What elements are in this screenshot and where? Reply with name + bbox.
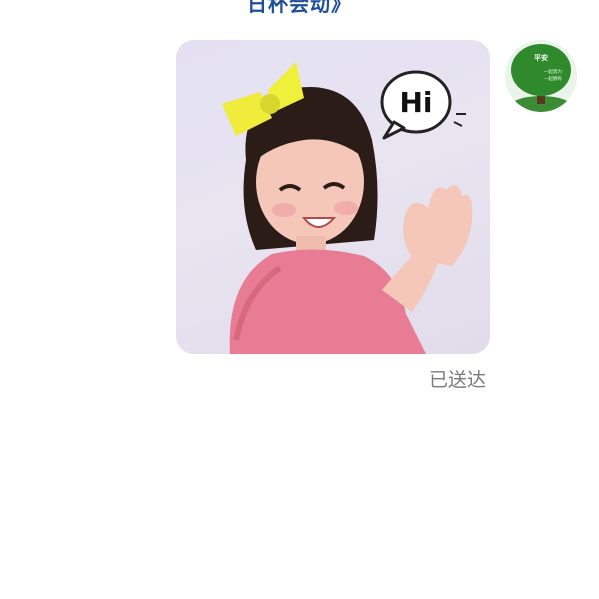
dress-shape [229, 249, 426, 354]
right-cheek [334, 201, 358, 215]
speech-bubble: Hi [380, 70, 466, 140]
avatar-art: 平安 一起努力 一起拥有 [505, 40, 577, 112]
avatar[interactable]: 平安 一起努力 一起拥有 [505, 40, 577, 112]
avatar-title: 平安 [534, 53, 548, 62]
delivery-status: 已送达 [428, 369, 486, 391]
top-link[interactable]: 日杯会动》 [0, 0, 599, 17]
sticker-art: Hi [222, 62, 473, 354]
avatar-tree-crown [511, 44, 571, 96]
left-cheek [272, 203, 296, 217]
sticker-image[interactable]: Hi [176, 40, 490, 354]
waving-hand [403, 185, 473, 266]
avatar-line1: 一起努力 [544, 68, 562, 75]
speech-bubble-text: Hi [399, 86, 432, 119]
avatar-line2: 一起拥有 [544, 75, 562, 82]
